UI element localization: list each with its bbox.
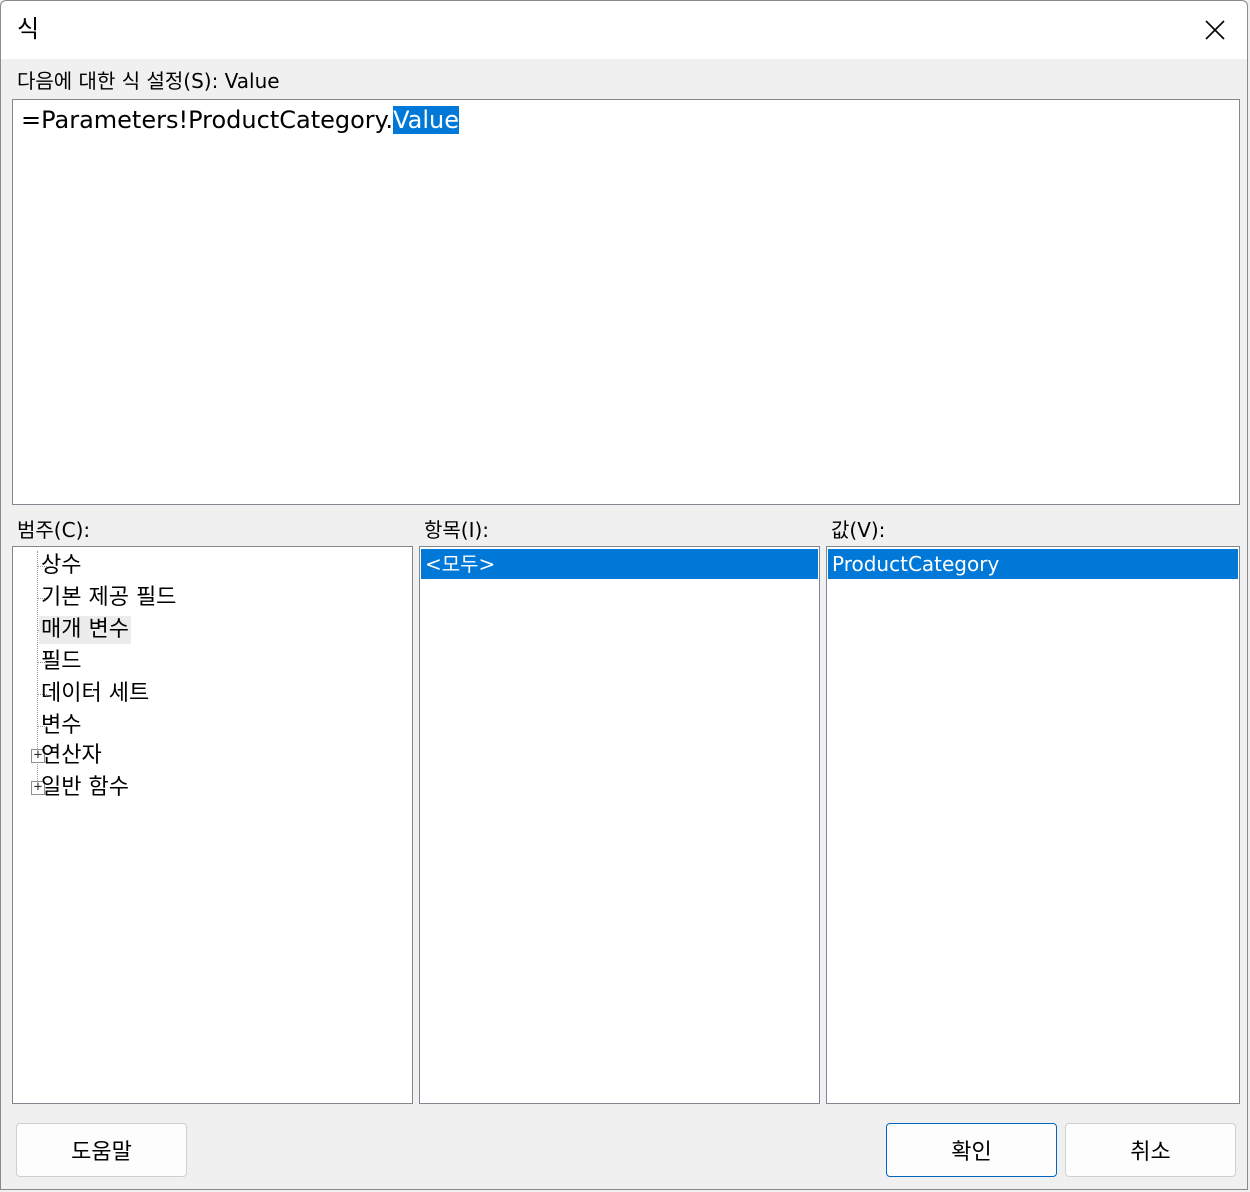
close-icon: [1205, 20, 1225, 40]
tree-item-variables[interactable]: 변수: [39, 712, 83, 740]
ok-button[interactable]: 확인: [886, 1123, 1057, 1177]
tree-item-fields[interactable]: 필드: [39, 648, 83, 676]
category-tree[interactable]: 상수 기본 제공 필드 매개 변수 필드 데이터 세트 변수 + 연산자 + 일…: [12, 546, 413, 1104]
value-list[interactable]: ProductCategory: [826, 546, 1240, 1104]
expression-selected-text: Value: [393, 106, 459, 134]
value-label: 값(V):: [831, 518, 886, 542]
item-list[interactable]: <모두>: [419, 546, 820, 1104]
list-item[interactable]: ProductCategory: [828, 549, 1238, 579]
tree-item-constants[interactable]: 상수: [39, 552, 83, 580]
cancel-button[interactable]: 취소: [1065, 1123, 1236, 1177]
expression-text: =Parameters!ProductCategory.: [21, 106, 394, 134]
title-bar: 식: [1, 1, 1247, 59]
tree-item-datasets[interactable]: 데이터 세트: [39, 680, 151, 708]
item-label: 항목(I):: [424, 518, 490, 542]
help-button[interactable]: 도움말: [16, 1123, 187, 1177]
list-item[interactable]: <모두>: [421, 549, 818, 579]
dialog-title: 식: [17, 15, 40, 43]
close-button[interactable]: [1183, 1, 1247, 59]
tree-item-common-functions[interactable]: 일반 함수: [39, 774, 131, 802]
expression-dialog: 식 다음에 대한 식 설정(S): Value =Parameters!Prod…: [0, 0, 1248, 1190]
tree-item-operators[interactable]: 연산자: [39, 742, 104, 770]
category-label: 범주(C):: [17, 518, 91, 542]
expression-editor[interactable]: =Parameters!ProductCategory.Value: [12, 99, 1240, 505]
expression-label: 다음에 대한 식 설정(S): Value: [17, 69, 280, 93]
tree-item-parameters[interactable]: 매개 변수: [39, 616, 131, 644]
tree-item-builtin-fields[interactable]: 기본 제공 필드: [39, 584, 178, 612]
